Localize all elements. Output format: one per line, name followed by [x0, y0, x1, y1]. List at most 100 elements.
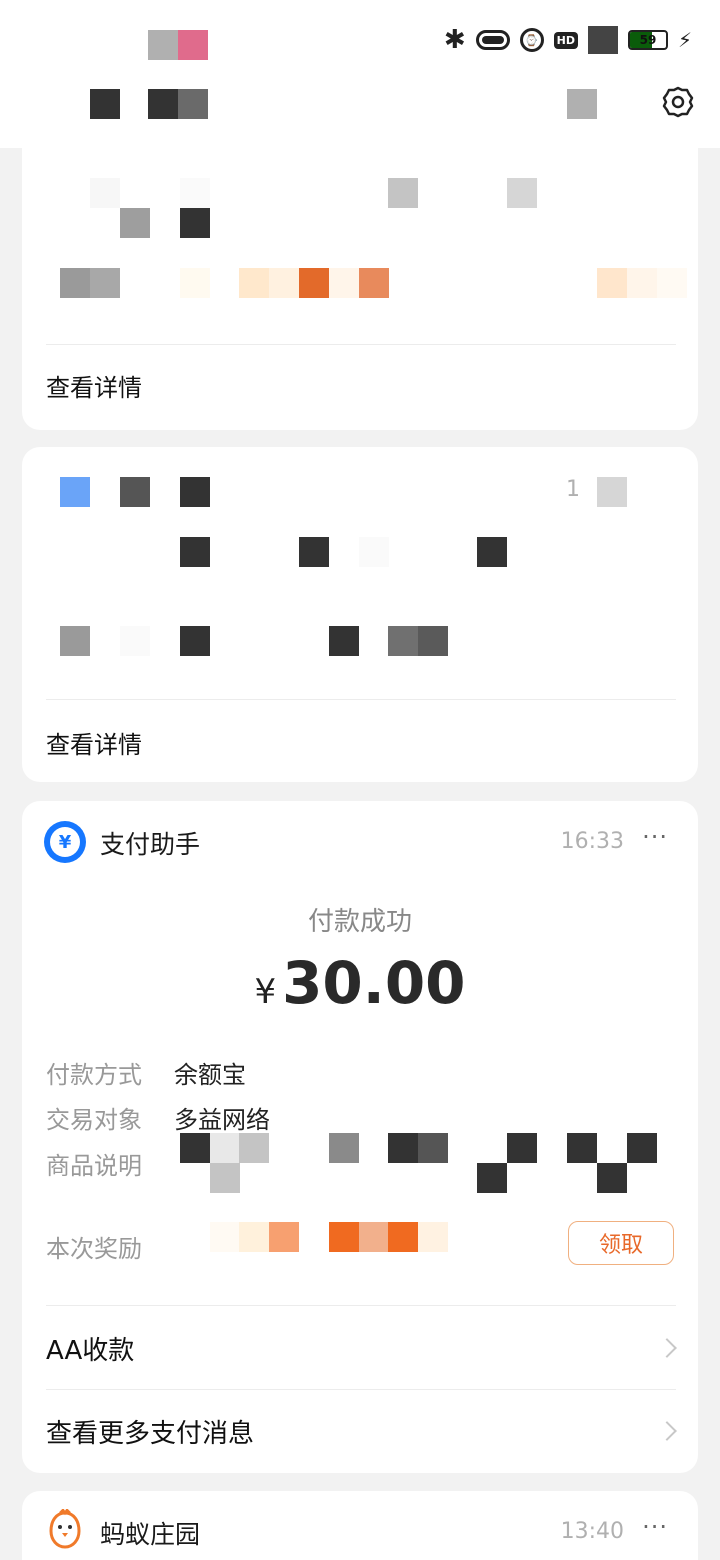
aa-collection-row[interactable]: AA收款 [22, 1307, 698, 1389]
redacted-block [60, 477, 90, 507]
redacted-block [388, 626, 418, 656]
battery-icon: 59 [627, 30, 668, 50]
redacted-block [329, 1133, 359, 1163]
redacted-block [507, 1133, 537, 1163]
redacted-block [329, 268, 359, 298]
card-title: 支付助手 [100, 830, 201, 859]
charging-icon: ⚡ [677, 28, 692, 52]
notification-card-2: 1 查看详情 [22, 447, 698, 782]
redacted-block [148, 89, 178, 119]
redacted-block [388, 178, 418, 208]
pill-icon [475, 30, 510, 50]
redacted-block [299, 537, 329, 567]
redacted-block [329, 626, 359, 656]
battery-level: 59 [639, 33, 657, 47]
redacted-block [597, 1163, 627, 1193]
redacted-block [477, 537, 507, 567]
more-payment-messages-label: 查看更多支付消息 [46, 1418, 255, 1449]
redacted-block [418, 626, 448, 656]
chick-icon [49, 1509, 81, 1549]
merchant-value: 多益网络 [174, 1106, 270, 1134]
redacted-block [180, 208, 210, 238]
redacted-block [359, 268, 389, 298]
ant-farm-card: 蚂蚁庄园 13:40 ··· [22, 1491, 698, 1560]
alarm-icon: ⌚ [519, 28, 544, 52]
redacted-block [657, 268, 687, 298]
payment-method-value: 余额宝 [174, 1061, 246, 1089]
redacted-block [148, 30, 178, 60]
redacted-block [567, 1133, 597, 1163]
hd-icon: HD [553, 31, 578, 49]
redacted-block [90, 89, 120, 119]
gear-icon[interactable] [660, 84, 696, 120]
redacted-block [210, 1163, 240, 1193]
redacted-block [359, 1222, 389, 1252]
redacted-block [60, 626, 90, 656]
redacted-block [388, 1133, 418, 1163]
redacted-block [269, 1222, 299, 1252]
card-title: 蚂蚁庄园 [100, 1520, 201, 1549]
redacted-block [239, 1133, 269, 1163]
redacted-block [507, 178, 537, 208]
payment-assistant-card: ¥ 支付助手 16:33 ··· 付款成功 ¥30.00 付款方式 余额宝 交易… [22, 801, 698, 1473]
redacted-block [627, 1133, 657, 1163]
payment-method-label: 付款方式 [46, 1061, 142, 1089]
redacted-block [180, 178, 210, 208]
signal-icon [587, 26, 618, 54]
redacted-block [178, 89, 208, 119]
payment-amount: ¥30.00 [22, 949, 698, 1017]
amount-value: 30.00 [282, 949, 466, 1017]
status-icons: ✱ ⌚ HD 59 ⚡ [444, 26, 692, 54]
redacted-block [180, 477, 210, 507]
redacted-block [90, 268, 120, 298]
redacted-block [627, 268, 657, 298]
redacted-block [180, 1133, 210, 1163]
bluetooth-icon: ✱ [443, 25, 466, 55]
redacted-block [120, 208, 150, 238]
chevron-right-icon [657, 1421, 677, 1441]
redacted-block [239, 1222, 269, 1252]
redacted-block [178, 30, 208, 60]
redacted-block [269, 268, 299, 298]
redacted-block [60, 268, 90, 298]
yuan-glyph: ¥ [50, 827, 80, 857]
chevron-right-icon [657, 1338, 677, 1358]
card-time: 16:33 [560, 829, 624, 854]
more-options-button[interactable]: ··· [642, 1513, 668, 1541]
redacted-block [418, 1222, 448, 1252]
redacted-block [210, 1222, 240, 1252]
redacted-block [329, 1222, 359, 1252]
item-description-label: 商品说明 [46, 1152, 142, 1180]
redacted-block [180, 626, 210, 656]
redacted-block [597, 477, 627, 507]
redacted-block [210, 1133, 240, 1163]
redacted-block [180, 268, 210, 298]
redacted-block [239, 268, 269, 298]
redacted-block [359, 537, 389, 567]
more-options-button[interactable]: ··· [642, 823, 668, 851]
redacted-block [477, 1163, 507, 1193]
view-details-link[interactable]: 查看详情 [46, 725, 142, 760]
more-payment-messages-row[interactable]: 查看更多支付消息 [22, 1390, 698, 1472]
currency-symbol: ¥ [254, 972, 277, 1012]
view-details-link[interactable]: 查看详情 [46, 368, 142, 403]
redacted-block [180, 537, 210, 567]
redacted-block [388, 1222, 418, 1252]
redacted-block [299, 268, 329, 298]
merchant-label: 交易对象 [46, 1106, 142, 1134]
payment-status: 付款成功 [307, 907, 412, 937]
redacted-block [120, 626, 150, 656]
reward-label: 本次奖励 [46, 1235, 142, 1263]
count-label: 1 [566, 477, 580, 502]
redacted-block [418, 1133, 448, 1163]
redacted-block [90, 178, 120, 208]
yuan-icon: ¥ [44, 821, 86, 863]
claim-reward-button[interactable]: 领取 [568, 1221, 674, 1265]
notification-card-1: 查看详情 [22, 148, 698, 430]
redacted-block [567, 89, 597, 119]
status-bar: ✱ ⌚ HD 59 ⚡ [0, 0, 720, 148]
redacted-block [120, 477, 150, 507]
redacted-block [597, 268, 627, 298]
card-time: 13:40 [560, 1519, 624, 1544]
aa-collection-label: AA收款 [46, 1335, 135, 1366]
